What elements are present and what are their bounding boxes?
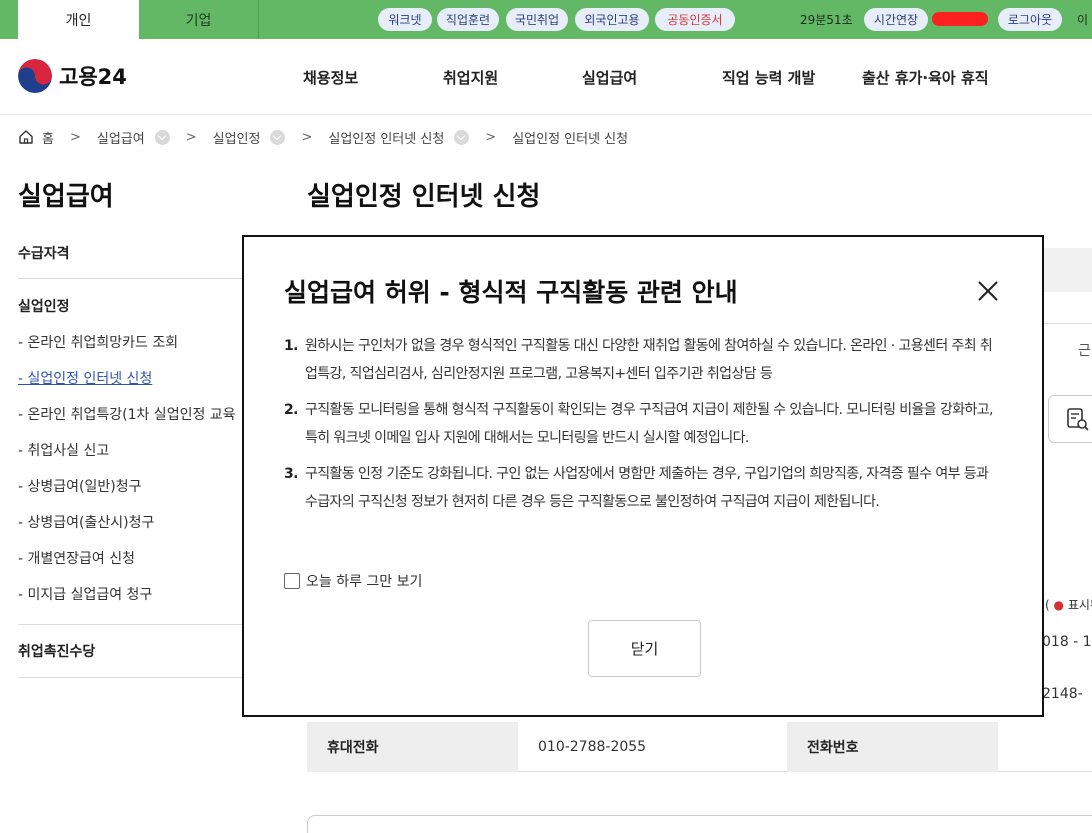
required-note-prefix: ( — [1045, 598, 1050, 612]
list-item-text: 구직활동 모니터링을 통해 형식적 구직활동이 확인되는 경우 구직급여 지급이… — [305, 402, 993, 446]
extend-time-button[interactable]: 시간연장 — [864, 8, 928, 31]
logout-button[interactable]: 로그아웃 — [998, 8, 1062, 31]
breadcrumb-item-1[interactable]: 실업급여 — [97, 128, 145, 147]
sidebar-item-card-lookup[interactable]: - 온라인 취업희망카드 조회 — [18, 332, 178, 352]
nav-employment-support[interactable]: 취업지원 — [443, 67, 498, 88]
list-item-number: 1. — [284, 338, 298, 354]
required-note-text: 표시된 — [1067, 598, 1092, 612]
list-item: 3. 구직활동 인정 기준도 강화됩니다. 구인 없는 사업장에서 명함만 제출… — [284, 460, 1000, 516]
tab-company[interactable]: 기업 — [139, 0, 259, 39]
sidebar-item-internet-apply[interactable]: - 실업인정 인터넷 신청 — [18, 368, 152, 388]
tab-personal[interactable]: 개인 — [18, 0, 139, 39]
session-timer: 29분51초 — [800, 13, 853, 27]
taegeuk-logo-icon — [18, 59, 52, 93]
quick-link-worknet[interactable]: 워크넷 — [378, 8, 432, 31]
header: 고용24 채용정보 취업지원 실업급여 직업 능력 개발 출산 휴가·육아 휴직 — [0, 39, 1092, 115]
sidebar-item-sickness-general[interactable]: - 상병급여(일반)청구 — [18, 476, 141, 496]
sidebar-item-unpaid-claim[interactable]: - 미지급 실업급여 청구 — [18, 584, 152, 604]
sidebar-divider — [18, 624, 242, 625]
breadcrumb-home[interactable]: 홈 — [42, 128, 54, 147]
search-document-button[interactable] — [1048, 395, 1092, 443]
content-cut-value-1: 018 - 1* — [1042, 634, 1092, 650]
table-row: 휴대전화 010-2788-2055 전화번호 — [307, 722, 1092, 772]
breadcrumb-item-2[interactable]: 실업인정 — [213, 128, 261, 147]
sidebar-divider — [18, 278, 242, 279]
document-search-icon — [1067, 408, 1089, 431]
modal-title: 실업급여 허위 - 형식적 구직활동 관련 안내 — [284, 278, 738, 307]
top-cut-text: 이 — [1077, 13, 1089, 27]
dont-show-today-option[interactable]: 오늘 하루 그만 보기 — [284, 571, 422, 591]
sidebar-item-online-lecture[interactable]: - 온라인 취업특강(1차 실업인정 교육 — [18, 404, 236, 424]
content-cut-value-2: 2148- — [1042, 686, 1083, 702]
top-bar: 개인 기업 워크넷 직업훈련 국민취업 외국인고용 공동인증서 29분51초 시… — [0, 0, 1092, 39]
required-field-note: ( ● 표시된 — [1045, 596, 1092, 613]
content-bottom-box — [307, 815, 1092, 833]
breadcrumb-current: 실업인정 인터넷 신청 — [512, 131, 629, 147]
home-icon[interactable] — [18, 129, 34, 145]
list-item: 2. 구직활동 모니터링을 통해 형식적 구직활동이 확인되는 경우 구직급여 … — [284, 396, 1000, 452]
notice-modal: 실업급여 허위 - 형식적 구직활동 관련 안내 1. 원하시는 구인처가 없을… — [242, 235, 1044, 717]
list-item-number: 3. — [284, 466, 298, 482]
dont-show-today-checkbox[interactable] — [284, 573, 300, 589]
nav-maternity-leave[interactable]: 출산 휴가·육아 휴직 — [862, 67, 989, 88]
page-title: 실업인정 인터넷 신청 — [307, 182, 541, 212]
quick-link-national-employment[interactable]: 국민취업 — [506, 8, 568, 31]
sidebar-divider — [18, 677, 242, 678]
quick-link-certificate[interactable]: 공동인증서 — [655, 8, 735, 31]
modal-notice-list: 1. 원하시는 구인처가 없을 경우 형식적인 구직활동 대신 다양한 재취업 … — [284, 332, 1000, 524]
table-header-phone: 전화번호 — [787, 722, 998, 772]
content-header-strip — [1044, 248, 1092, 292]
breadcrumb: 홈 > 실업급여 > 실업인정 > 실업인정 인터넷 신청 > 실업인정 인터넷… — [18, 128, 629, 147]
close-icon[interactable] — [974, 277, 1002, 305]
chevron-right-icon: > — [69, 129, 81, 145]
sidebar-item-sickness-childbirth[interactable]: - 상병급여(출산시)청구 — [18, 512, 154, 532]
required-dot-icon: ● — [1053, 598, 1064, 612]
chevron-down-icon[interactable] — [454, 129, 470, 145]
sidebar-section-eligibility[interactable]: 수급자격 — [18, 243, 70, 263]
table-cell-mobile: 010-2788-2055 — [538, 739, 647, 755]
list-item-number: 2. — [284, 402, 298, 418]
breadcrumb-item-3[interactable]: 실업인정 인터넷 신청 — [328, 128, 444, 147]
chevron-right-icon: > — [485, 129, 497, 145]
chevron-right-icon: > — [301, 129, 313, 145]
chevron-right-icon: > — [185, 129, 197, 145]
chevron-down-icon[interactable] — [270, 129, 286, 145]
list-item: 1. 원하시는 구인처가 없을 경우 형식적인 구직활동 대신 다양한 재취업 … — [284, 332, 1000, 388]
quick-link-job-training[interactable]: 직업훈련 — [437, 8, 499, 31]
table-header-mobile: 휴대전화 — [307, 722, 518, 772]
list-item-text: 원하시는 구인처가 없을 경우 형식적인 구직활동 대신 다양한 재취업 활동에… — [305, 338, 993, 382]
close-button[interactable]: 닫기 — [588, 620, 701, 677]
content-divider — [1044, 323, 1092, 324]
logo[interactable]: 고용24 — [18, 59, 127, 93]
chevron-down-icon[interactable] — [154, 129, 170, 145]
dont-show-today-label: 오늘 하루 그만 보기 — [306, 574, 423, 590]
sidebar-item-employment-report[interactable]: - 취업사실 신고 — [18, 440, 109, 460]
sidebar-section-promotion[interactable]: 취업촉진수당 — [18, 641, 95, 661]
nav-vocational-training[interactable]: 직업 능력 개발 — [722, 67, 815, 88]
nav-unemployment-benefit[interactable]: 실업급여 — [582, 67, 637, 88]
sidebar-item-extension[interactable]: - 개별연장급여 신청 — [18, 548, 135, 568]
logo-text: 고용24 — [59, 65, 127, 89]
content-cut-text: 근 — [1078, 343, 1091, 359]
redacted-username — [932, 12, 988, 26]
quick-link-foreign-employment[interactable]: 외국인고용 — [575, 8, 649, 31]
sidebar-section-recognition[interactable]: 실업인정 — [18, 296, 70, 316]
sidebar-title: 실업급여 — [18, 182, 114, 212]
list-item-text: 구직활동 인정 기준도 강화됩니다. 구인 없는 사업장에서 명함만 제출하는 … — [305, 466, 989, 510]
nav-job-info[interactable]: 채용정보 — [303, 67, 358, 88]
